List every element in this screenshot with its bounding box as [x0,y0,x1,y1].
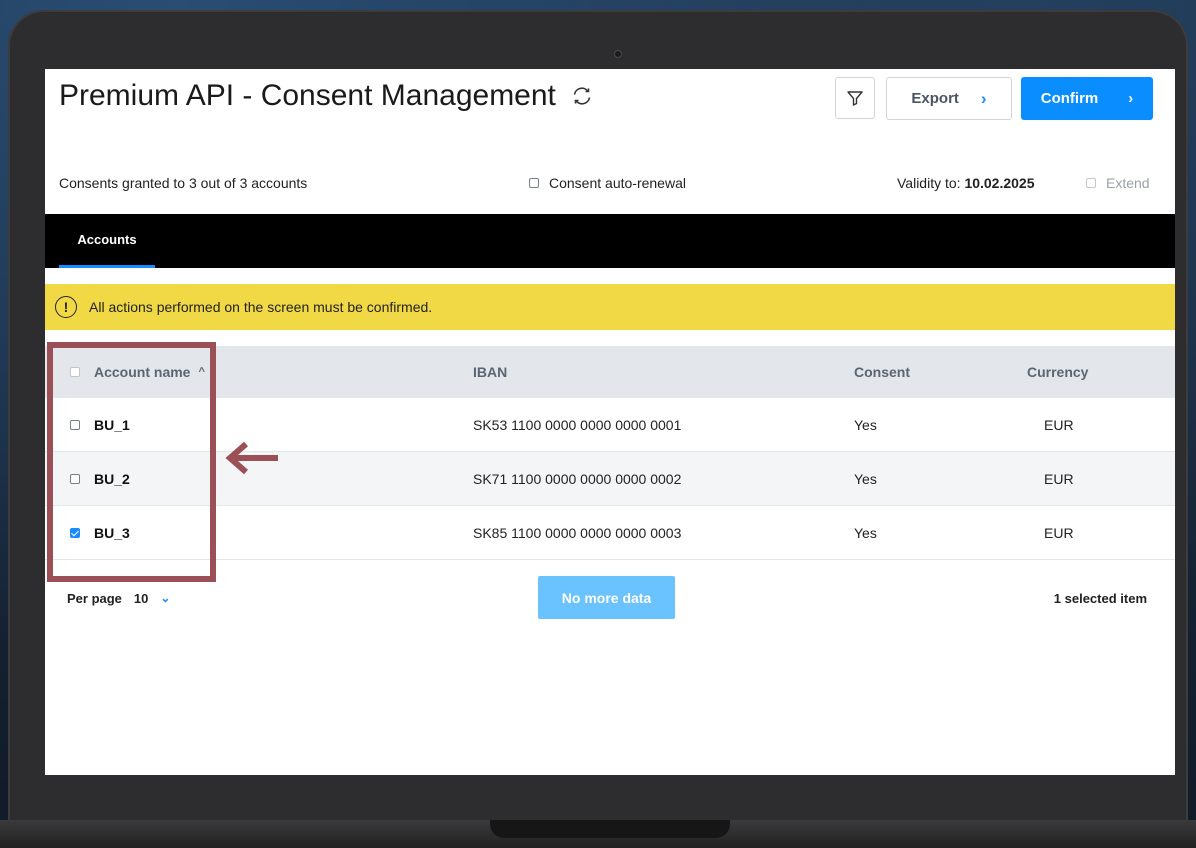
extend-toggle[interactable]: Extend [1086,175,1150,191]
alert-text: All actions performed on the screen must… [89,299,433,315]
filter-button[interactable] [835,77,875,119]
tab-bar: Accounts [45,214,1175,268]
tab-accounts[interactable]: Accounts [59,214,155,268]
auto-renewal-toggle[interactable]: Consent auto-renewal [529,175,686,191]
iban-cell: SK71 1100 0000 0000 0000 0002 [473,470,682,487]
info-bar: Consents granted to 3 out of 3 accounts … [59,175,1175,195]
table-footer: Per page 10 ⌄ No more data 1 selected it… [45,576,1175,620]
consent-cell: Yes [854,416,877,433]
consent-cell: Yes [854,524,877,541]
annotation-highlight-box [47,342,216,582]
confirm-button-label: Confirm [1040,90,1099,107]
funnel-icon [847,91,863,106]
currency-cell: EUR [1044,416,1074,433]
auto-renewal-checkbox[interactable] [529,178,539,188]
auto-renewal-label: Consent auto-renewal [549,175,686,191]
no-more-data-button[interactable]: No more data [538,576,675,619]
refresh-icon[interactable] [570,84,594,108]
annotation-arrow-left-icon [225,441,278,475]
currency-cell: EUR [1044,470,1074,487]
column-currency: Currency [1027,364,1089,380]
page-header: Premium API - Consent Management [59,79,594,113]
chevron-right-icon: › [1128,90,1134,107]
validity-label: Validity to: [897,175,965,191]
warning-icon: ! [55,296,77,318]
extend-label: Extend [1106,175,1150,191]
column-iban: IBAN [473,364,508,380]
consent-cell: Yes [854,470,877,487]
per-page-label: Per page [67,590,122,606]
validity-info: Validity to: 10.02.2025 [897,175,1035,191]
camera-dot [614,50,622,58]
currency-cell: EUR [1044,524,1074,541]
selected-count: 1 selected item [1053,590,1147,606]
extend-checkbox[interactable] [1086,178,1096,188]
validity-date: 10.02.2025 [964,175,1035,191]
chevron-down-icon[interactable]: ⌄ [160,591,170,605]
iban-cell: SK53 1100 0000 0000 0000 0001 [473,416,682,433]
column-consent: Consent [854,364,910,380]
per-page-value: 10 [133,590,149,606]
confirm-button[interactable]: Confirm › [1021,77,1153,120]
consents-summary: Consents granted to 3 out of 3 accounts [59,175,308,191]
page-title: Premium API - Consent Management [59,79,556,112]
chevron-right-icon: › [980,88,987,108]
export-button[interactable]: Export › [886,77,1012,120]
laptop-notch [490,820,730,838]
iban-cell: SK85 1100 0000 0000 0000 0003 [473,524,682,541]
confirmation-alert: ! All actions performed on the screen mu… [45,284,1175,330]
export-button-label: Export [911,90,959,107]
per-page-selector[interactable]: Per page 10 ⌄ [67,576,170,620]
